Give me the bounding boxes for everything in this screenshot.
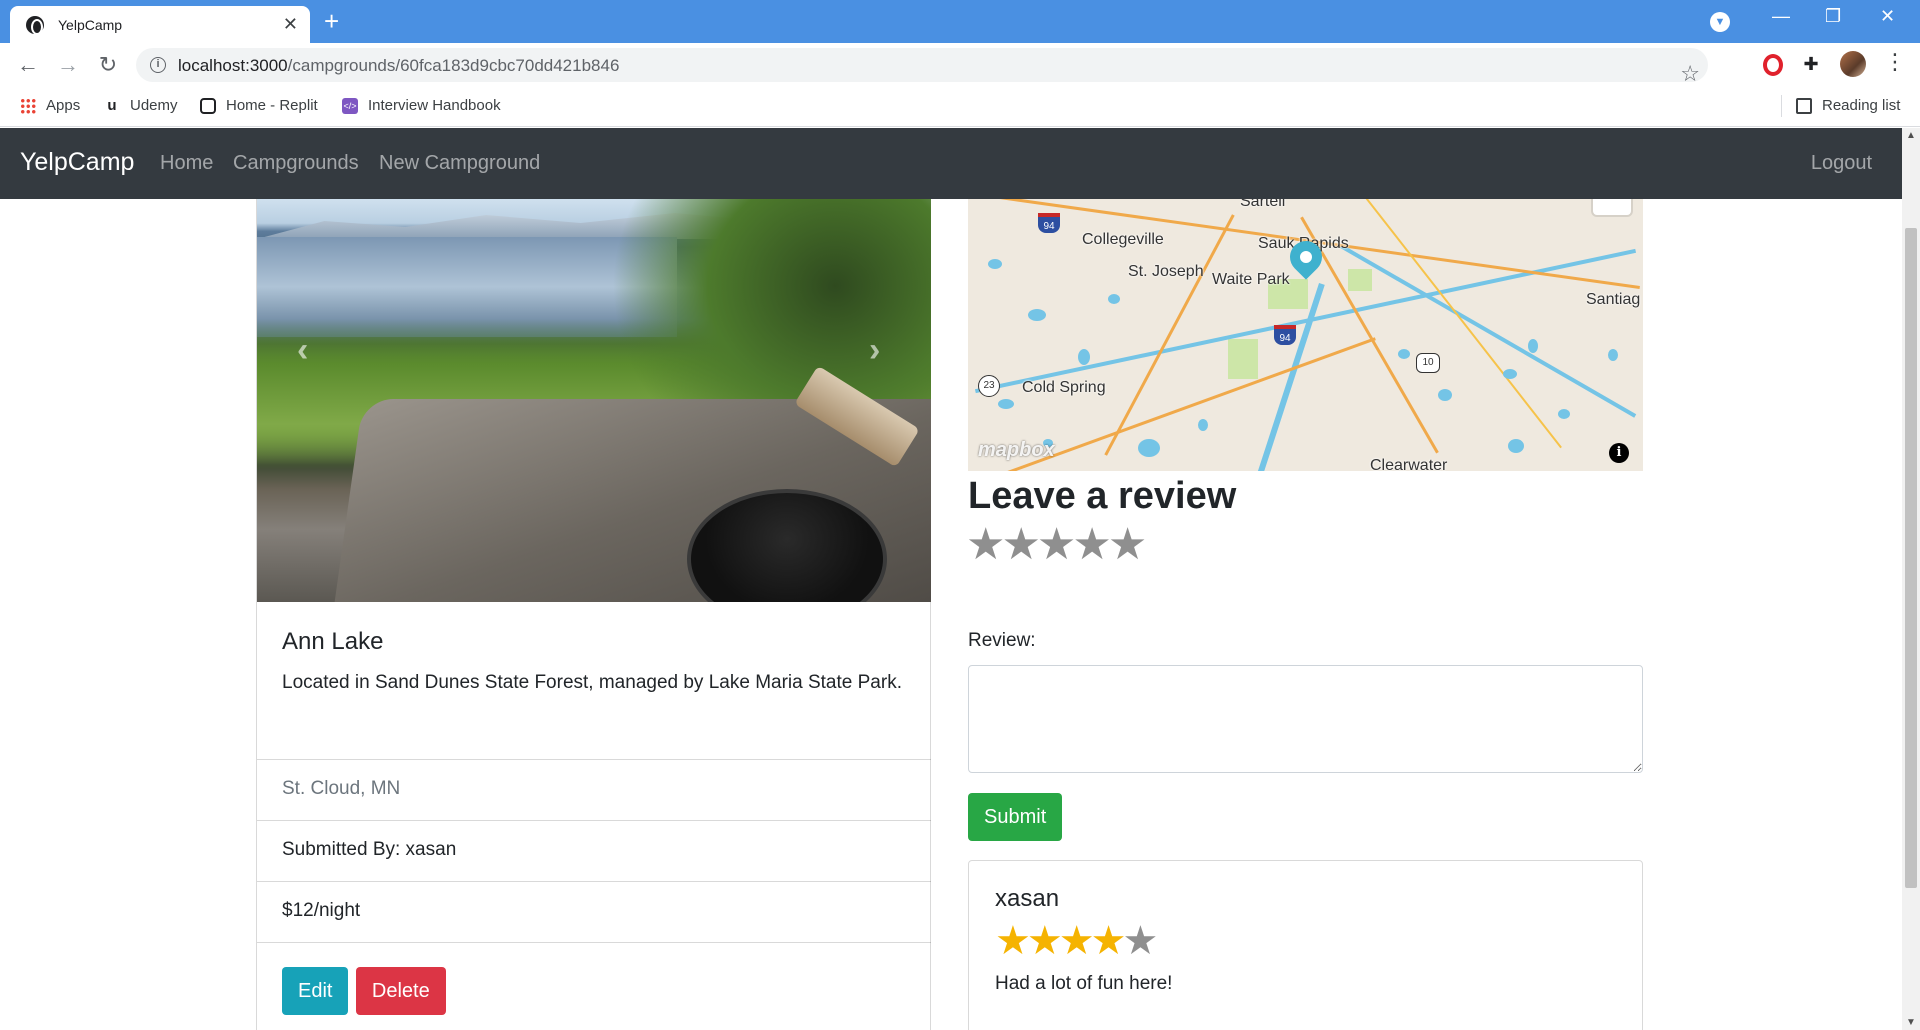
edit-button[interactable]: Edit (282, 967, 349, 1015)
carousel-prev-icon[interactable]: ‹ (297, 331, 308, 370)
site-info-icon[interactable]: i (150, 57, 166, 73)
review-author: xasan (995, 885, 1060, 912)
card-body: Ann Lake Located in Sand Dunes State For… (257, 602, 931, 759)
close-tab-icon[interactable]: ✕ (283, 14, 298, 35)
reload-icon[interactable]: ↻ (94, 51, 122, 79)
page-viewport: YelpCamp Home Campgrounds New Campground… (0, 128, 1902, 1030)
rating-star-2-icon[interactable]: ★ (1001, 523, 1040, 567)
back-icon[interactable]: ← (14, 51, 42, 79)
review-textarea[interactable] (968, 665, 1643, 773)
delete-button[interactable]: Delete (355, 967, 446, 1015)
bookmark-interview-handbook[interactable]: </> Interview Handbook (342, 97, 501, 114)
new-tab-button[interactable]: + (324, 8, 339, 34)
card-footer: Edit Delete (257, 942, 931, 1030)
bookmark-udemy[interactable]: u Udemy (104, 96, 177, 114)
address-bar[interactable]: i localhost:3000/campgrounds/60fca183d9c… (136, 48, 1708, 86)
apps-grid-icon (20, 97, 36, 114)
bookmark-replit[interactable]: Home - Replit (200, 97, 318, 114)
opera-extension-icon[interactable] (1763, 54, 1783, 76)
campground-price: $12/night (257, 881, 931, 942)
campground-image-carousel: ‹ › (257, 199, 931, 602)
us-route-shield: 10 (1416, 353, 1440, 373)
mapbox-logo: mapbox (978, 439, 1055, 461)
map-label-clearwater: Clearwater (1370, 457, 1448, 471)
scroll-thumb[interactable] (1905, 228, 1917, 888)
star-filled-icon: ★ (995, 919, 1031, 963)
navbar-brand[interactable]: YelpCamp (20, 148, 134, 177)
submit-button[interactable]: Submit (968, 793, 1063, 841)
tab-search-icon[interactable]: ▼ (1710, 12, 1730, 32)
scroll-up-icon[interactable]: ▲ (1906, 130, 1916, 141)
page-scrollbar[interactable]: ▲ ▼ (1902, 128, 1920, 1030)
forward-icon[interactable]: → (54, 51, 82, 79)
star-empty-icon: ★ (1122, 919, 1159, 963)
profile-avatar[interactable] (1840, 51, 1866, 77)
browser-tabstrip: YelpCamp ✕ + ▼ — ❐ ✕ (0, 0, 1920, 43)
campground-title: Ann Lake (282, 628, 384, 655)
rating-star-1-icon[interactable]: ★ (966, 523, 1005, 567)
map-label-st-joseph: St. Joseph (1128, 263, 1204, 280)
close-window-icon[interactable]: ✕ (1880, 6, 1895, 27)
review-label: Review: (968, 630, 1036, 651)
minimize-icon[interactable]: — (1772, 6, 1790, 27)
campground-location: St. Cloud, MN (257, 759, 931, 820)
map-attribution-info-icon[interactable]: i (1609, 443, 1629, 463)
rating-star-5-icon[interactable]: ★ (1108, 523, 1147, 567)
carousel-next-icon[interactable]: › (869, 331, 880, 370)
leave-review-heading: Leave a review (968, 475, 1237, 517)
browser-menu-icon[interactable]: ⋮ (1884, 49, 1906, 75)
review-text: Had a lot of fun here! (995, 973, 1173, 994)
campground-map[interactable]: Sartell Collegeville Sauk Rapids St. Jos… (968, 199, 1643, 471)
nav-link-new-campground[interactable]: New Campground (379, 152, 540, 175)
review-rating: ★ ★ ★ ★ ★ (995, 921, 1616, 961)
nav-link-home[interactable]: Home (160, 152, 213, 175)
map-zoom-control[interactable] (1593, 199, 1631, 215)
campground-description: Located in Sand Dunes State Forest, mana… (282, 672, 902, 693)
reading-list-button[interactable]: Reading list (1796, 97, 1900, 114)
globe-icon (26, 15, 44, 35)
scroll-down-icon[interactable]: ▼ (1906, 1017, 1916, 1028)
browser-toolbar: ← → ↻ i localhost:3000/campgrounds/60fca… (0, 43, 1920, 87)
reading-list-icon (1796, 97, 1812, 114)
bookmarks-divider (1781, 95, 1782, 117)
tab-title: YelpCamp (58, 16, 123, 33)
map-label-sartell: Sartell (1240, 199, 1286, 210)
nav-link-campgrounds[interactable]: Campgrounds (233, 152, 359, 175)
map-label-cold-spring: Cold Spring (1022, 379, 1106, 396)
rating-star-4-icon[interactable]: ★ (1072, 523, 1111, 567)
udemy-icon: u (107, 96, 117, 114)
map-label-santiago: Santiag (1586, 291, 1641, 308)
app-navbar: YelpCamp Home Campgrounds New Campground… (0, 128, 1902, 199)
review-card: xasan ★ ★ ★ ★ ★ Had a lot of fun here! (968, 860, 1643, 1030)
restore-icon[interactable]: ❐ (1825, 6, 1841, 27)
map-label-waite-park: Waite Park (1212, 271, 1290, 288)
star-filled-icon: ★ (1090, 919, 1127, 963)
bookmarks-bar: Apps u Udemy Home - Replit </> Interview… (0, 87, 1920, 127)
interstate-shield: 94 (1274, 325, 1296, 345)
star-filled-icon: ★ (1058, 919, 1095, 963)
state-route-shield: 23 (978, 375, 1000, 397)
url-text[interactable]: localhost:3000/campgrounds/60fca183d9cbc… (178, 56, 619, 76)
star-filled-icon: ★ (1026, 919, 1063, 963)
rating-star-3-icon[interactable]: ★ (1037, 523, 1076, 567)
code-icon: </> (342, 97, 358, 114)
logout-link[interactable]: Logout (1811, 152, 1872, 175)
map-label-collegeville: Collegeville (1082, 231, 1164, 248)
browser-tab[interactable]: YelpCamp ✕ (10, 6, 310, 43)
interstate-shield: 94 (1038, 213, 1060, 233)
campground-card: ‹ › Ann Lake Located in Sand Dunes State… (256, 199, 931, 1030)
extensions-puzzle-icon[interactable]: ✚ (1800, 53, 1822, 75)
rating-input[interactable]: ★ ★ ★ ★ ★ (966, 523, 1147, 567)
bookmark-apps[interactable]: Apps (20, 97, 80, 114)
campground-author: Submitted By: xasan (257, 820, 931, 881)
replit-icon (200, 97, 216, 114)
